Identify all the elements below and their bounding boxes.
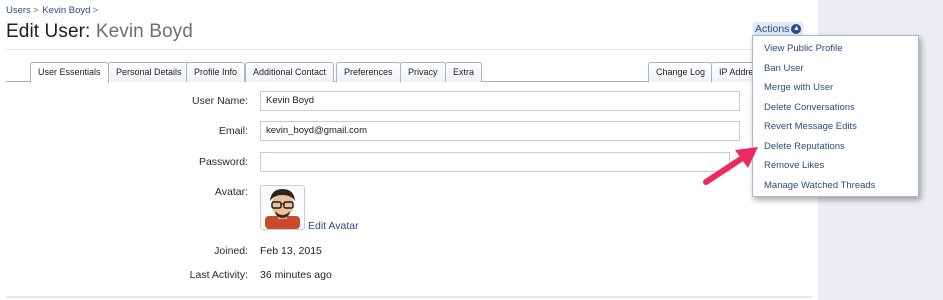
avatar-image xyxy=(265,189,300,229)
tab-change-log[interactable]: Change Log xyxy=(648,62,714,82)
actions-button[interactable]: Actions ▲ xyxy=(753,22,804,36)
username-label: User Name: xyxy=(191,95,248,107)
menu-item-ban-user[interactable]: Ban User xyxy=(764,63,804,74)
chevron-up-icon: ▲ xyxy=(791,24,802,34)
menu-item-delete-reputations[interactable]: Delete Reputations xyxy=(764,141,845,152)
actions-menu: View Public Profile Ban User Merge with … xyxy=(752,35,919,197)
edit-user-page: Users > Kevin Boyd > Edit User: Kevin Boyd … xyxy=(0,0,818,300)
avatar[interactable] xyxy=(260,185,305,230)
last-activity-label: Last Activity: xyxy=(189,269,248,281)
tab-additional-contact[interactable]: Additional Contact xyxy=(245,62,335,82)
tab-preferences[interactable]: Preferences xyxy=(336,62,401,82)
pointer-arrow-icon xyxy=(703,147,758,185)
menu-item-delete-conversations[interactable]: Delete Conversations xyxy=(764,102,855,113)
tab-privacy[interactable]: Privacy xyxy=(400,62,446,82)
form-labels: User Name: Email: Password: Avatar: Join… xyxy=(0,0,248,300)
menu-item-manage-watched-threads[interactable]: Manage Watched Threads xyxy=(764,180,875,191)
menu-item-revert-message-edits[interactable]: Revert Message Edits xyxy=(764,121,857,132)
menu-item-merge-with-user[interactable]: Merge with User xyxy=(764,82,833,93)
password-label: Password: xyxy=(198,156,248,168)
menu-item-view-public-profile[interactable]: View Public Profile xyxy=(764,43,843,54)
edit-avatar-link[interactable]: Edit Avatar xyxy=(308,220,359,232)
email-field[interactable]: kevin_boyd@gmail.com xyxy=(260,121,740,141)
joined-value: Feb 13, 2015 xyxy=(260,245,322,257)
avatar-label: Avatar: xyxy=(214,186,248,198)
email-label: Email: xyxy=(218,125,248,137)
tab-extra[interactable]: Extra xyxy=(445,62,483,82)
last-activity-value: 36 minutes ago xyxy=(260,269,332,281)
menu-item-remove-likes[interactable]: Remove Likes xyxy=(764,160,824,171)
joined-label: Joined: xyxy=(214,245,248,257)
password-field[interactable] xyxy=(260,152,730,172)
username-field[interactable]: Kevin Boyd xyxy=(260,91,740,111)
form-bottom-divider xyxy=(6,296,812,298)
actions-label: Actions xyxy=(755,23,790,35)
